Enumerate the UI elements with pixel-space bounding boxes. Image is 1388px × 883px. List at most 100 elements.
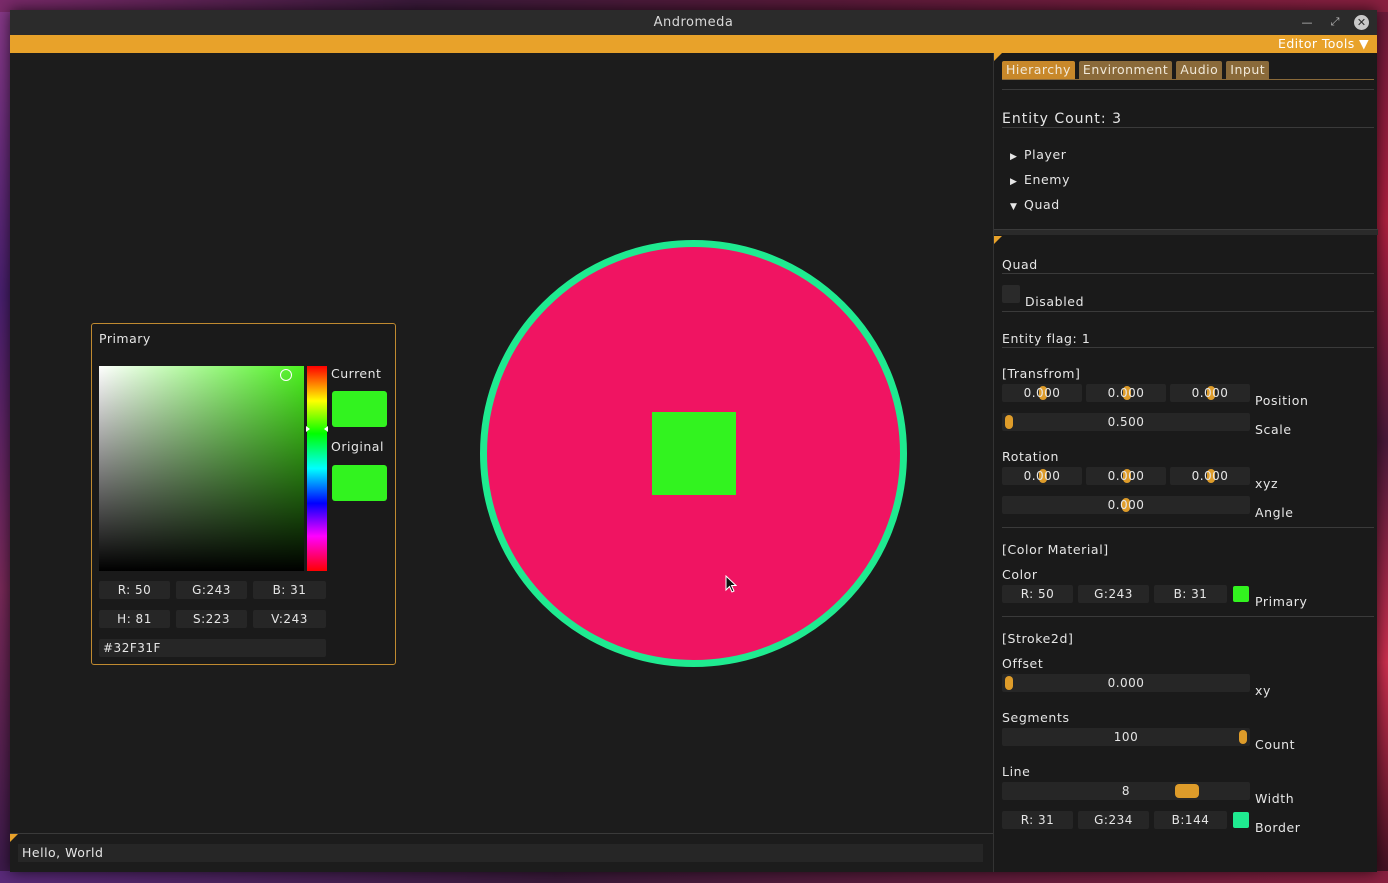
rotation-xyz-label: xyz (1255, 476, 1279, 491)
current-label: Current (331, 366, 382, 381)
color-r-field[interactable]: R: 50 (1002, 585, 1073, 603)
hue-marker-right (324, 426, 328, 432)
position-x-slider[interactable]: 0.000 (1002, 384, 1082, 402)
divider (1002, 616, 1374, 617)
expand-arrow-icon[interactable]: ▶ (1010, 152, 1024, 162)
disabled-label: Disabled (1025, 294, 1085, 309)
tab-audio[interactable]: Audio (1176, 61, 1223, 79)
border-b-field[interactable]: B:144 (1154, 811, 1227, 829)
scale-label: Scale (1255, 422, 1292, 437)
tab-input[interactable]: Input (1226, 61, 1270, 79)
resize-grip-icon[interactable] (994, 53, 1002, 61)
transform-header: [Transfrom] (1002, 366, 1081, 381)
tab-underline (1002, 79, 1374, 80)
scene-viewport[interactable]: Primary Current Original R: 50 G:243 B: … (10, 53, 993, 833)
divider (1002, 89, 1374, 90)
divider (1002, 311, 1374, 312)
slider-grab[interactable] (1005, 415, 1013, 429)
saturation-value-picker[interactable] (99, 366, 304, 571)
quad-entity (652, 412, 736, 495)
title-bar[interactable]: Andromeda — ⤢ ✕ (10, 10, 1377, 35)
mouse-cursor-icon (725, 575, 737, 593)
tree-item-enemy[interactable]: ▶ Enemy (1010, 172, 1070, 187)
line-width-suffix: Width (1255, 791, 1295, 806)
rotation-label: Rotation (1002, 449, 1060, 464)
primary-color-label: Primary (1255, 594, 1308, 609)
panel-splitter[interactable] (994, 229, 1378, 244)
color-picker-title: Primary (99, 331, 151, 346)
slider-grab[interactable] (1239, 730, 1247, 744)
tab-environment[interactable]: Environment (1078, 61, 1173, 79)
divider (1002, 273, 1374, 274)
saturation-field[interactable]: S:223 (176, 610, 247, 628)
app-window: Andromeda — ⤢ ✕ Editor Tools ▼ Primary C… (10, 10, 1378, 872)
console-panel: Hello, World (10, 833, 993, 872)
value-field[interactable]: V:243 (253, 610, 326, 628)
line-label: Line (1002, 764, 1031, 779)
offset-slider[interactable]: 0.000 (1002, 674, 1250, 692)
offset-label: Offset (1002, 656, 1044, 671)
border-r-field[interactable]: R: 31 (1002, 811, 1073, 829)
original-label: Original (331, 439, 384, 454)
hue-slider[interactable] (306, 366, 328, 571)
console-input[interactable]: Hello, World (18, 844, 983, 862)
blue-field[interactable]: B: 31 (253, 581, 326, 599)
entity-count: Entity Count: 3 (1002, 111, 1122, 127)
resize-grip-icon[interactable] (10, 834, 18, 842)
divider (1002, 127, 1374, 128)
minimize-icon[interactable]: — (1298, 13, 1316, 31)
editor-tools-menu[interactable]: Editor Tools ▼ (1278, 36, 1369, 51)
hex-field[interactable]: #32F31F (99, 639, 326, 657)
color-picker-panel: Primary Current Original R: 50 G:243 B: … (91, 323, 396, 665)
menu-bar: Editor Tools ▼ (10, 35, 1377, 53)
divider (1002, 527, 1374, 528)
tree-item-player[interactable]: ▶ Player (1010, 147, 1067, 162)
disabled-checkbox[interactable] (1002, 285, 1020, 303)
scale-slider[interactable]: 0.500 (1002, 413, 1250, 431)
tree-item-quad[interactable]: ▼ Quad (1010, 197, 1060, 212)
stroke-header: [Stroke2d] (1002, 631, 1074, 646)
divider (1002, 347, 1374, 348)
border-color-label: Border (1255, 820, 1301, 835)
hue-field[interactable]: H: 81 (99, 610, 170, 628)
entity-flag: Entity flag: 1 (1002, 331, 1091, 346)
resize-grip-icon[interactable] (994, 236, 1002, 244)
angle-slider[interactable]: 0.000 (1002, 496, 1250, 514)
original-color-swatch[interactable] (332, 465, 387, 501)
tree-item-label: Quad (1024, 197, 1060, 212)
rotation-y-slider[interactable]: 0.000 (1086, 467, 1166, 485)
slider-grab[interactable] (1005, 676, 1013, 690)
expand-arrow-icon[interactable]: ▶ (1010, 177, 1024, 187)
border-color-swatch[interactable] (1233, 812, 1249, 828)
segments-slider[interactable]: 100 (1002, 728, 1250, 746)
window-title: Andromeda (653, 15, 734, 30)
color-b-field[interactable]: B: 31 (1154, 585, 1227, 603)
editor-sidebar: Hierarchy Environment Audio Input Entity… (993, 53, 1378, 872)
red-field[interactable]: R: 50 (99, 581, 170, 599)
tree-item-label: Enemy (1024, 172, 1071, 187)
rotation-z-slider[interactable]: 0.000 (1170, 467, 1250, 485)
border-g-field[interactable]: G:234 (1078, 811, 1149, 829)
offset-suffix: xy (1255, 683, 1271, 698)
hue-marker-left (306, 426, 310, 432)
position-label: Position (1255, 393, 1309, 408)
segments-suffix: Count (1255, 737, 1296, 752)
color-label: Color (1002, 567, 1038, 582)
position-z-slider[interactable]: 0.000 (1170, 384, 1250, 402)
segments-label: Segments (1002, 710, 1070, 725)
rotation-x-slider[interactable]: 0.000 (1002, 467, 1082, 485)
maximize-icon[interactable]: ⤢ (1326, 13, 1344, 31)
primary-color-swatch[interactable] (1233, 586, 1249, 602)
line-width-slider[interactable]: 8 (1002, 782, 1250, 800)
sidebar-tabs: Hierarchy Environment Audio Input (1002, 61, 1270, 79)
close-icon[interactable]: ✕ (1354, 14, 1369, 30)
slider-grab[interactable] (1175, 784, 1199, 798)
sv-marker[interactable] (280, 369, 292, 381)
tab-hierarchy[interactable]: Hierarchy (1002, 61, 1075, 79)
inspector-entity-name: Quad (1002, 257, 1038, 272)
collapse-arrow-icon[interactable]: ▼ (1010, 202, 1024, 212)
green-field[interactable]: G:243 (176, 581, 247, 599)
angle-label: Angle (1255, 505, 1294, 520)
color-g-field[interactable]: G:243 (1078, 585, 1149, 603)
position-y-slider[interactable]: 0.000 (1086, 384, 1166, 402)
